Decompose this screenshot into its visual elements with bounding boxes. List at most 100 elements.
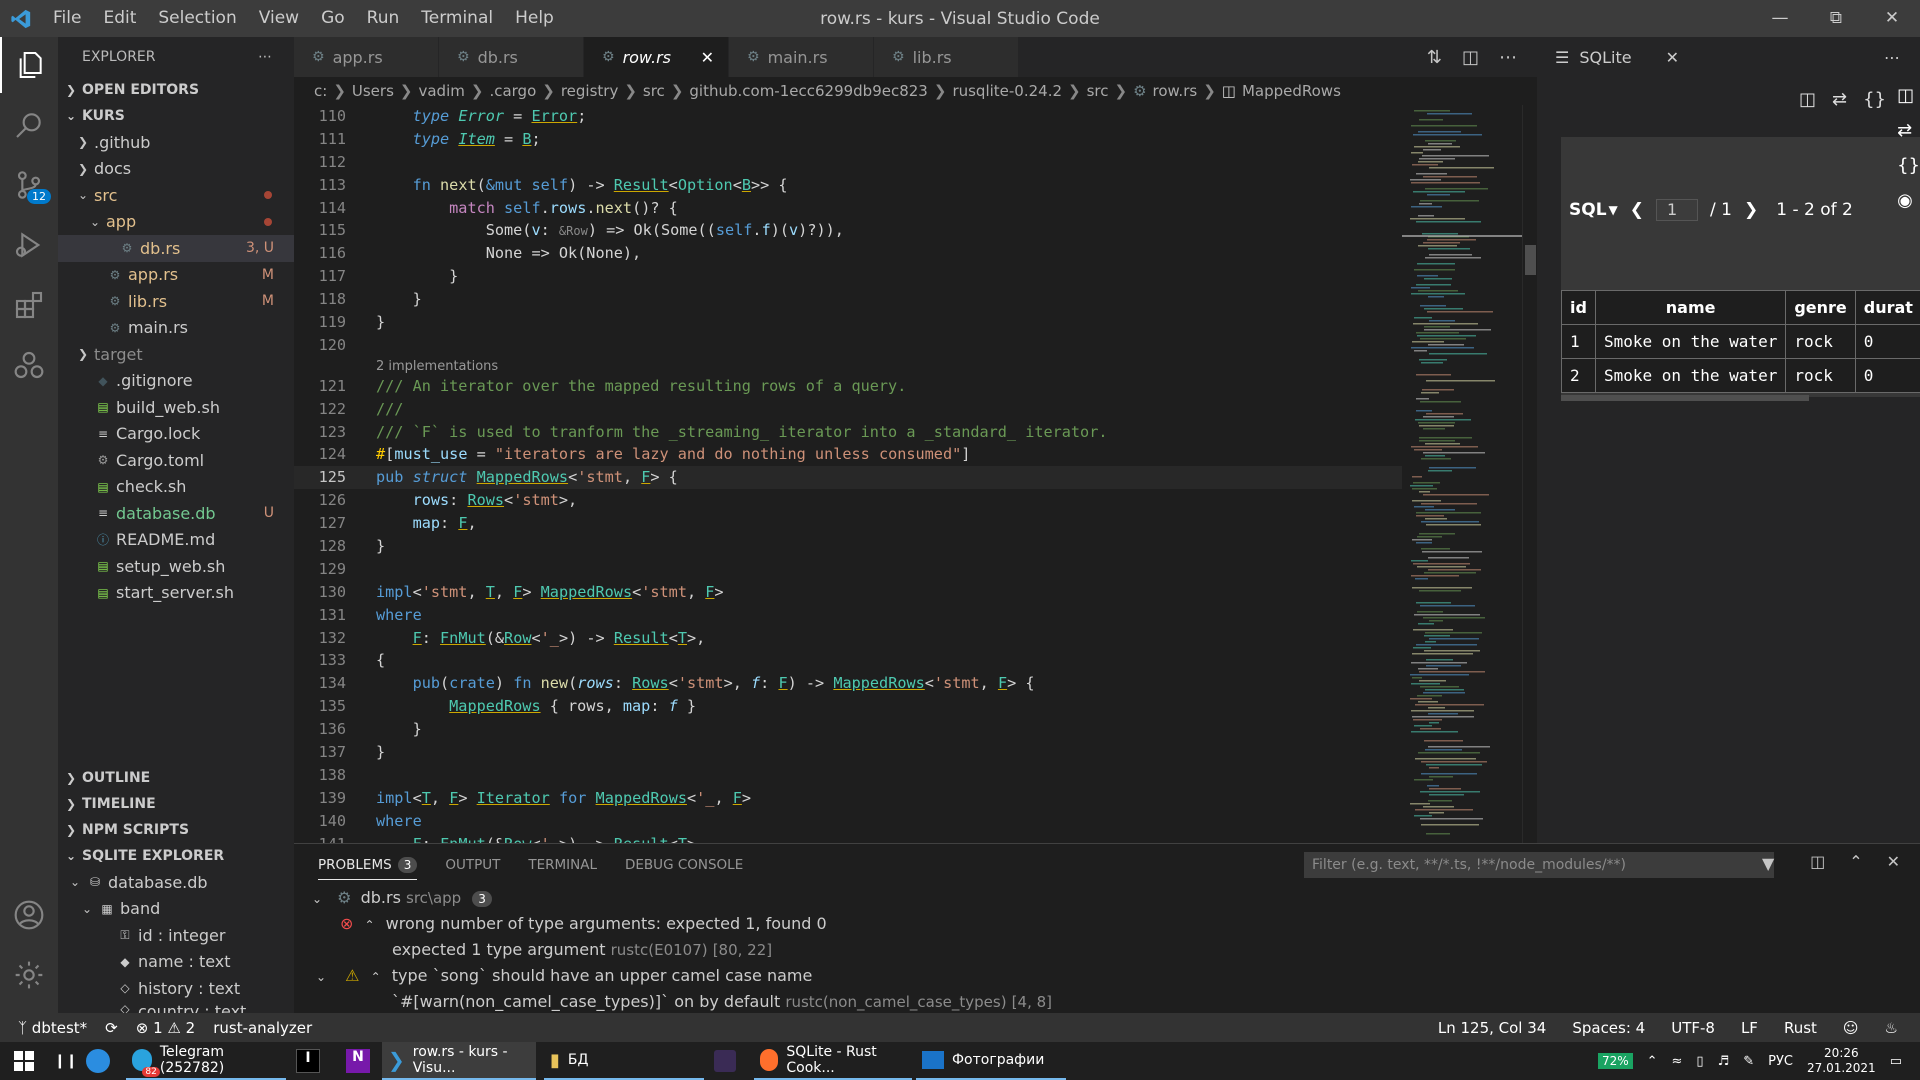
intellij-icon[interactable]: I <box>290 1042 326 1080</box>
timeline-section[interactable]: ❯ TIMELINE <box>58 791 294 817</box>
sqlite-table-item[interactable]: ⌄ ▦ band <box>58 896 294 923</box>
problem-detail[interactable]: `#[warn(non_camel_case_types)]` on by de… <box>392 992 1052 1011</box>
export-icon[interactable]: ◫ <box>1799 89 1816 110</box>
task-view-icon[interactable]: ❙❙ <box>48 1042 83 1080</box>
problem-item[interactable]: ⊗ ⌃ wrong number of type arguments: expe… <box>340 914 827 933</box>
sqlite-tab[interactable]: ☰ SQLite ✕ ⋯ <box>1537 37 1920 77</box>
settings-gear-icon[interactable] <box>0 947 58 1003</box>
pen-icon[interactable]: ✎ <box>1743 1054 1754 1069</box>
menu-selection[interactable]: Selection <box>147 0 247 37</box>
more-actions-icon[interactable]: ⋯ <box>1499 47 1517 68</box>
problems-filter-input[interactable]: Filter (e.g. text, **/*.ts, !**/node_mod… <box>1304 852 1774 878</box>
restore-icon[interactable]: ⧉ <box>1808 0 1864 37</box>
battery-percent[interactable]: 72% <box>1597 1053 1633 1069</box>
filter-icon[interactable]: ▼ <box>1762 854 1774 873</box>
sql-mode-select[interactable]: SQL <box>1569 200 1607 220</box>
tab-row-rs[interactable]: ⚙ row.rs ✕ <box>584 37 729 77</box>
breadcrumb-item[interactable]: src <box>1087 82 1109 100</box>
minimap[interactable] <box>1402 105 1522 843</box>
tree-item[interactable]: ◆ .gitignore <box>58 368 294 395</box>
taskbar-photos[interactable]: Фотографии <box>916 1042 1066 1080</box>
breadcrumb-item[interactable]: rusqlite-0.24.2 <box>952 82 1062 100</box>
next-page-icon[interactable]: ❯ <box>1744 200 1758 220</box>
tree-item[interactable]: ▤ setup_web.sh <box>58 553 294 580</box>
menu-edit[interactable]: Edit <box>92 0 147 37</box>
json-icon[interactable]: {} <box>1897 155 1920 176</box>
sqlite-column-item[interactable]: ◆ name : text <box>58 949 294 976</box>
code-lens[interactable]: 2 implementations <box>294 357 1402 375</box>
menu-go[interactable]: Go <box>310 0 356 37</box>
tab-output[interactable]: OUTPUT <box>445 857 500 873</box>
tab-app-rs[interactable]: ⚙ app.rs <box>294 37 439 77</box>
breadcrumb-item[interactable]: row.rs <box>1153 82 1198 100</box>
column-header[interactable]: genre <box>1785 290 1856 325</box>
encoding[interactable]: UTF-8 <box>1671 1019 1715 1037</box>
edge-icon[interactable] <box>80 1042 116 1080</box>
problem-detail[interactable]: expected 1 type argument rustc(E0107) [8… <box>392 940 772 959</box>
breadcrumb-item[interactable]: .cargo <box>489 82 536 100</box>
close-tab-icon[interactable]: ✕ <box>1666 48 1679 67</box>
breadcrumb-item[interactable]: MappedRows <box>1242 82 1341 100</box>
tree-item[interactable]: ❯ .github <box>58 129 294 156</box>
vscode-logo-icon[interactable] <box>0 0 42 37</box>
breadcrumb-item[interactable]: Users <box>352 82 394 100</box>
breadcrumb-item[interactable]: src <box>643 82 665 100</box>
eye-icon[interactable]: ◉ <box>1897 190 1920 211</box>
page-input[interactable]: 1 <box>1656 199 1699 221</box>
tab-main-rs[interactable]: ⚙ main.rs <box>729 37 874 77</box>
open-editors-section[interactable]: ❯ OPEN EDITORS <box>58 77 294 103</box>
indentation[interactable]: Spaces: 4 <box>1572 1019 1645 1037</box>
json-icon[interactable]: {} <box>1863 89 1886 110</box>
sqlite-column-item[interactable]: ◇ history : text <box>58 975 294 1002</box>
feedback-icon[interactable]: ☺ <box>1843 1019 1859 1037</box>
tree-item[interactable]: ≡ database.db U <box>58 500 294 527</box>
breadcrumb-item[interactable]: c: <box>314 82 327 100</box>
notifications-bell-icon[interactable]: ♨ <box>1885 1019 1898 1037</box>
explorer-icon[interactable] <box>0 37 58 93</box>
clock[interactable]: 20:26 27.01.2021 <box>1807 1046 1876 1076</box>
problem-file-row[interactable]: ⌄ ⚙ db.rs src\app 3 <box>312 888 492 907</box>
menu-view[interactable]: View <box>248 0 310 37</box>
sqlite-column-item[interactable]: ◇ country : text <box>58 1002 294 1014</box>
split-editor-icon[interactable]: ◫ <box>1462 47 1479 68</box>
search-icon[interactable] <box>0 97 58 153</box>
notification-center-icon[interactable]: ▭ <box>1890 1054 1902 1069</box>
sqlite-column-item[interactable]: ⚿ id : integer <box>58 922 294 949</box>
table-row[interactable]: 1 Smoke on the water rock 0 <box>1561 324 1920 359</box>
tree-item[interactable]: ⓘ README.md <box>58 527 294 554</box>
tree-item[interactable]: ▤ build_web.sh <box>58 394 294 421</box>
outline-section[interactable]: ❯ OUTLINE <box>58 765 294 791</box>
volume-icon[interactable]: ♬ <box>1718 1054 1730 1069</box>
extensions-icon[interactable] <box>0 277 58 333</box>
export-icon[interactable]: ◫ <box>1897 85 1920 106</box>
wifi-icon[interactable]: ≈ <box>1672 1054 1683 1069</box>
swap-icon[interactable]: ⇄ <box>1897 120 1920 141</box>
tab-terminal[interactable]: TERMINAL <box>528 857 597 873</box>
kurs-root-section[interactable]: ⌄ KURS <box>58 103 294 129</box>
collapse-all-icon[interactable]: ◫ <box>1810 852 1825 871</box>
menu-terminal[interactable]: Terminal <box>410 0 504 37</box>
remote-explorer-icon[interactable] <box>0 337 58 393</box>
maximize-panel-icon[interactable]: ⌃ <box>1849 852 1862 871</box>
cursor-position[interactable]: Ln 125, Col 34 <box>1438 1019 1546 1037</box>
problems-status[interactable]: ⊗ 1 ⚠ 2 <box>136 1019 195 1037</box>
menu-run[interactable]: Run <box>356 0 411 37</box>
tab-problems[interactable]: PROBLEMS 3 <box>318 851 418 880</box>
breadcrumb-item[interactable]: vadim <box>418 82 464 100</box>
column-header[interactable]: durat <box>1854 290 1920 325</box>
swap-icon[interactable]: ⇄ <box>1832 89 1847 110</box>
npm-scripts-section[interactable]: ❯ NPM SCRIPTS <box>58 817 294 843</box>
close-panel-icon[interactable]: ✕ <box>1887 852 1900 871</box>
chevron-up-icon[interactable]: ⌃ <box>1647 1054 1658 1069</box>
tree-item[interactable]: ⚙ lib.rs M <box>58 288 294 315</box>
column-header[interactable]: name <box>1594 290 1787 325</box>
tree-item[interactable]: ≡ Cargo.lock <box>58 421 294 448</box>
scrollbar-thumb[interactable] <box>1525 245 1536 275</box>
battery-icon[interactable]: ▯ <box>1696 1054 1703 1069</box>
table-row[interactable]: 2 Smoke on the water rock 0 <box>1561 358 1920 393</box>
taskbar-telegram[interactable]: 82 Telegram (252782) <box>126 1042 286 1080</box>
branch-status[interactable]: ᛉ dbtest* <box>18 1019 87 1037</box>
close-tab-icon[interactable]: ✕ <box>701 48 714 67</box>
tab-db-rs[interactable]: ⚙ db.rs <box>439 37 584 77</box>
code-editor[interactable]: 110 type Error = Error; 111 type Item = B… <box>294 105 1402 843</box>
